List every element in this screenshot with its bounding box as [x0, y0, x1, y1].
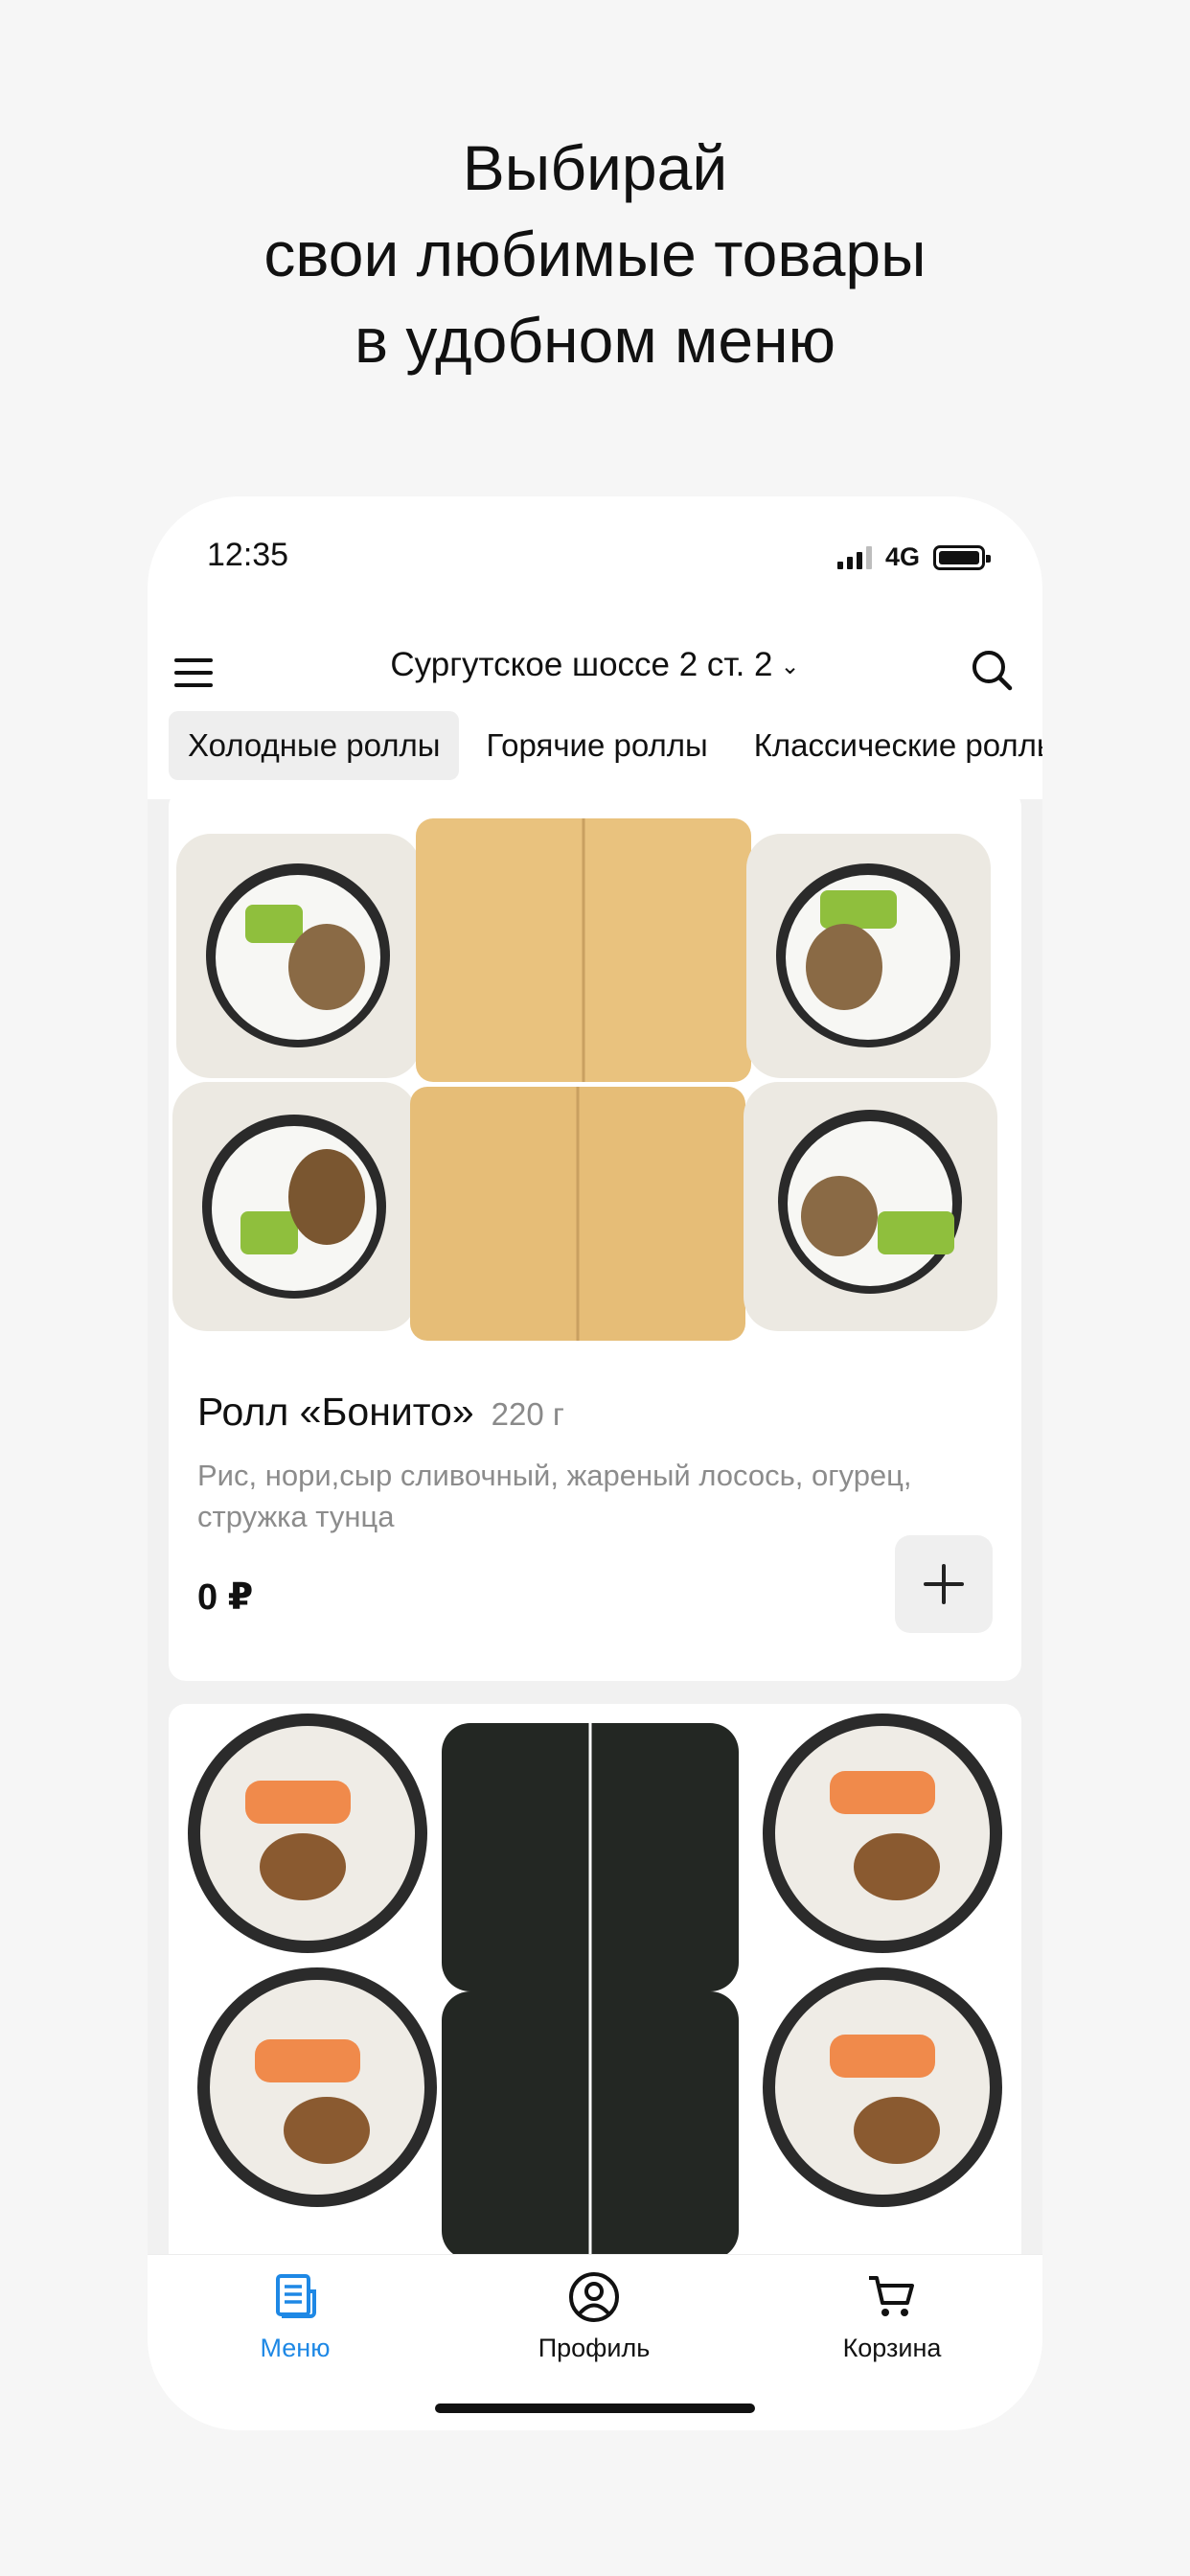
- add-to-cart-button[interactable]: [895, 1535, 993, 1633]
- product-card[interactable]: [169, 1704, 1021, 2254]
- menu-document-icon: [276, 2274, 316, 2318]
- roll-piece: [188, 1714, 427, 1953]
- roll-piece: [744, 1082, 997, 1331]
- status-time: 12:35: [207, 537, 289, 573]
- roll-piece: [172, 1082, 417, 1331]
- nav-profile-label: Профиль: [538, 2334, 651, 2362]
- product-description: Рис, нори,сыр сливочный, жареный лосось,…: [197, 1459, 912, 1533]
- product-image: [169, 799, 1021, 1355]
- network-label: 4G: [884, 542, 920, 571]
- roll-piece: [410, 1087, 745, 1341]
- category-tabs: Холодные роллы Горячие роллы Классически…: [169, 711, 1042, 784]
- roll-piece: [197, 1967, 437, 2207]
- home-indicator: [435, 2404, 755, 2413]
- product-weight: 220 г: [491, 1396, 564, 1432]
- roll-piece: [763, 1714, 1002, 1953]
- status-bar: 12:35 4G: [148, 496, 1042, 621]
- phone-screen: 12:35 4G Сургутское шоссе 2 ст. 2 ⌄ Холод…: [148, 496, 1042, 2430]
- nav-profile[interactable]: Профиль: [498, 2268, 690, 2363]
- roll-piece: [416, 818, 751, 1082]
- headline-line-3: в удобном меню: [354, 305, 836, 376]
- status-indicators: 4G: [836, 542, 991, 572]
- product-list: Ролл «Бонито» 220 г Рис, нори,сыр сливочн…: [148, 799, 1042, 2254]
- promo-headline: Выбирай свои любимые товары в удобном ме…: [0, 125, 1190, 383]
- roll-piece: [442, 1723, 739, 1991]
- roll-piece: [763, 1967, 1002, 2207]
- roll-piece: [176, 834, 421, 1078]
- tab-cold-rolls[interactable]: Холодные роллы: [169, 711, 460, 780]
- product-image: [169, 1704, 1021, 2254]
- roll-piece: [442, 1991, 739, 2254]
- profile-icon: [569, 2272, 619, 2322]
- cart-icon: [869, 2276, 914, 2316]
- tab-classic-rolls[interactable]: Классические роллы: [735, 711, 1042, 780]
- nav-menu-label: Меню: [260, 2334, 331, 2362]
- product-card[interactable]: Ролл «Бонито» 220 г Рис, нори,сыр сливочн…: [169, 799, 1021, 1681]
- chevron-down-icon: ⌄: [780, 654, 800, 680]
- nav-cart[interactable]: Корзина: [796, 2268, 988, 2363]
- nav-cart-label: Корзина: [842, 2334, 942, 2362]
- signal-icon: [836, 545, 872, 569]
- product-name: Ролл «Бонито»: [197, 1390, 474, 1434]
- search-icon[interactable]: [962, 640, 1023, 702]
- address-label: Сургутское шоссе 2 ст. 2: [390, 646, 773, 683]
- battery-icon: [933, 544, 991, 570]
- headline-line-2: свои любимые товары: [263, 218, 927, 289]
- roll-piece: [746, 834, 991, 1078]
- product-title: Ролл «Бонито» 220 г: [197, 1390, 564, 1435]
- product-price: 0 ₽: [197, 1577, 254, 1618]
- headline-line-1: Выбирай: [462, 132, 728, 203]
- nav-menu[interactable]: Меню: [199, 2268, 391, 2363]
- tab-hot-rolls[interactable]: Горячие роллы: [467, 711, 726, 780]
- address-selector[interactable]: Сургутское шоссе 2 ст. 2 ⌄: [148, 646, 1042, 684]
